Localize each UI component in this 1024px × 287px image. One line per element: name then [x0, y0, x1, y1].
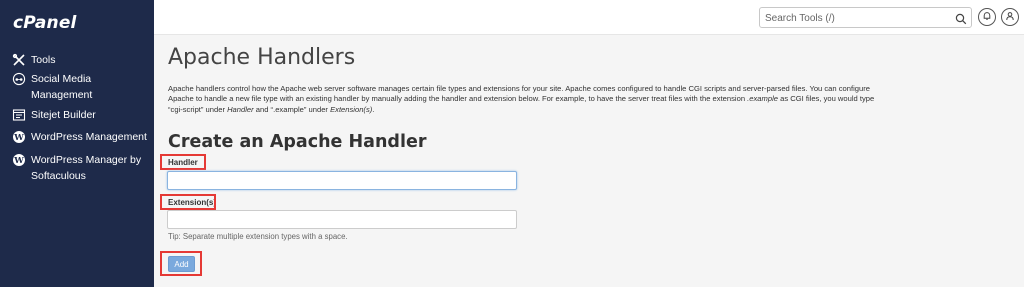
- sidebar-item-social-media[interactable]: Social Media Management: [12, 71, 149, 103]
- handler-input[interactable]: [167, 171, 517, 190]
- top-bar: [154, 0, 1024, 35]
- cpanel-logo[interactable]: cPanel: [13, 13, 77, 33]
- sidebar-item-sitejet[interactable]: Sitejet Builder: [12, 107, 149, 123]
- highlight-box: [160, 194, 216, 210]
- description-text: .: [372, 104, 375, 114]
- description-extensions-word: Extension(s): [330, 104, 373, 114]
- social-media-icon: [12, 72, 26, 86]
- sidebar-item-tools[interactable]: Tools: [12, 52, 149, 68]
- sidebar-item-label: WordPress Management: [31, 131, 147, 143]
- description-text: and “.example” under: [253, 104, 331, 114]
- sidebar-item-wordpress-management[interactable]: W WordPress Management: [12, 129, 149, 145]
- extensions-input[interactable]: [167, 210, 517, 229]
- search-icon[interactable]: [955, 12, 967, 25]
- search-box[interactable]: [759, 7, 972, 28]
- description-handler-word: Handler: [227, 104, 254, 114]
- tools-icon: [12, 53, 26, 67]
- wordpress-icon: W: [12, 153, 26, 167]
- add-button[interactable]: Add: [168, 256, 195, 272]
- user-icon: [1005, 8, 1015, 26]
- sidebar: cPanel Tools Social Media Management Sit…: [0, 0, 154, 287]
- bell-icon: [982, 8, 992, 26]
- main-content: Apache Handlers Apache handlers control …: [154, 35, 1024, 287]
- sidebar-item-wordpress-manager-softaculous[interactable]: W WordPress Manager by Softaculous: [12, 152, 149, 184]
- page-title: Apache Handlers: [168, 45, 356, 70]
- extensions-tip: Tip: Separate multiple extension types w…: [168, 232, 348, 241]
- notifications-button[interactable]: [978, 8, 996, 26]
- description-example-extension: .example: [747, 94, 778, 104]
- wordpress-icon: W: [12, 130, 26, 144]
- user-menu-button[interactable]: [1001, 8, 1019, 26]
- sidebar-item-label: Social Media Management: [31, 73, 93, 101]
- sidebar-item-label: Tools: [31, 54, 56, 66]
- page-description: Apache handlers control how the Apache w…: [168, 84, 878, 115]
- sidebar-item-label: Sitejet Builder: [31, 109, 96, 121]
- svg-text:W: W: [13, 133, 24, 143]
- svg-text:W: W: [13, 156, 24, 166]
- sitejet-icon: [12, 108, 26, 122]
- section-title: Create an Apache Handler: [168, 132, 427, 152]
- search-input[interactable]: [760, 9, 946, 28]
- sidebar-item-label: WordPress Manager by Softaculous: [31, 154, 142, 182]
- highlight-box: [160, 154, 206, 170]
